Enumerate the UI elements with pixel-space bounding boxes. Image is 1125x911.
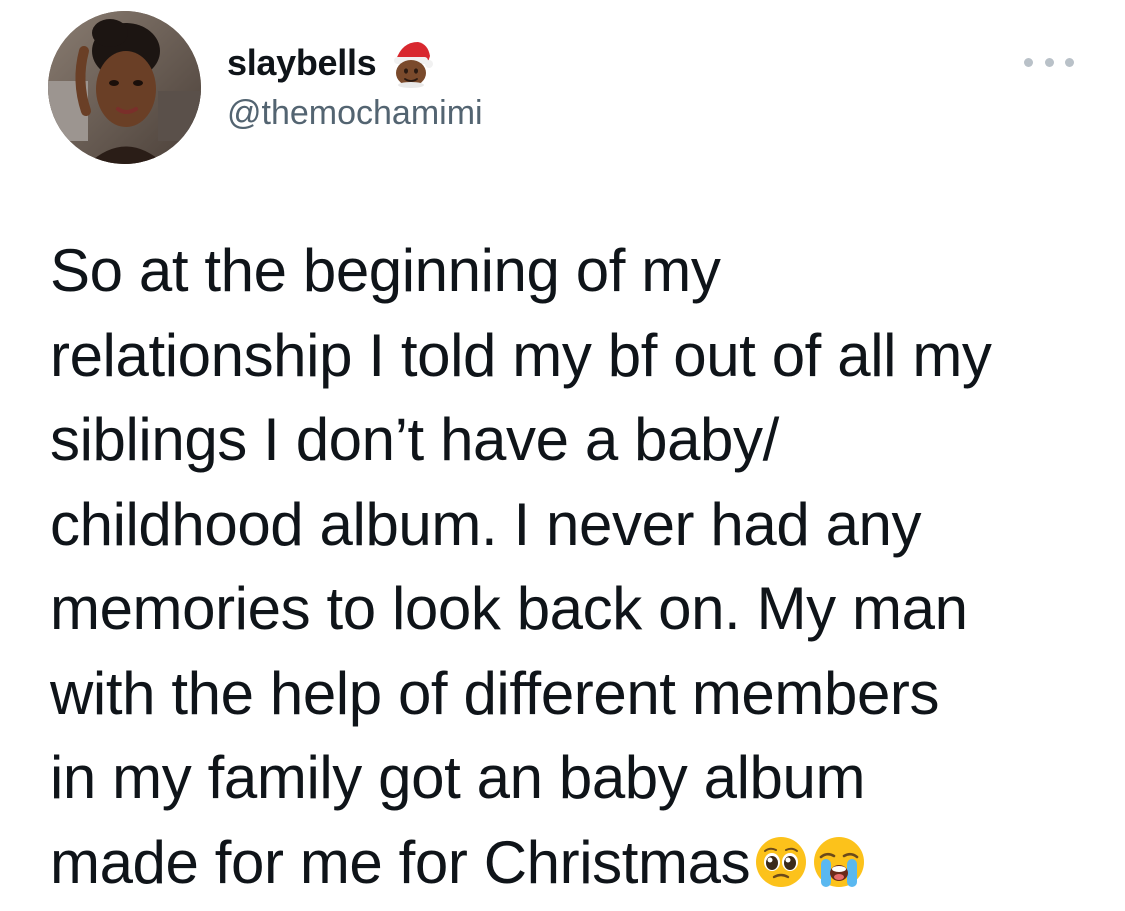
tweet-line-text: made for me for Christmas bbox=[50, 828, 751, 896]
tweet-text: So at the beginning of my relationship I… bbox=[50, 229, 1090, 905]
more-options-icon bbox=[1044, 57, 1054, 67]
tweet-line: in my family got an baby album bbox=[50, 744, 866, 811]
display-name-row: slaybells bbox=[227, 38, 434, 88]
santa-emoji bbox=[388, 38, 434, 88]
author-handle[interactable]: @themochamimi bbox=[227, 94, 483, 133]
tweet-line: So at the beginning of my bbox=[50, 237, 721, 304]
more-options-button[interactable] bbox=[1024, 48, 1074, 76]
tweet-card: slaybells @themochamimi So at the beginn… bbox=[0, 0, 1125, 911]
display-name[interactable]: slaybells bbox=[227, 42, 377, 84]
avatar[interactable] bbox=[48, 11, 201, 164]
tweet-line: relationship I told my bf out of all my bbox=[50, 321, 992, 389]
tweet-line: memories to look back on. My man bbox=[50, 575, 968, 642]
tweet-line: with the help of different members bbox=[50, 659, 940, 727]
tweet-line: siblings I don’t have a baby/ bbox=[50, 406, 779, 473]
tweet-line: childhood album. I never had any bbox=[50, 490, 922, 558]
more-options-icon bbox=[1065, 57, 1074, 67]
pleading-face-emoji bbox=[754, 827, 808, 887]
loudly-crying-face-emoji bbox=[812, 827, 866, 887]
more-options-icon bbox=[1024, 57, 1033, 67]
tweet-line-last: made for me for Christmas bbox=[50, 821, 1090, 906]
